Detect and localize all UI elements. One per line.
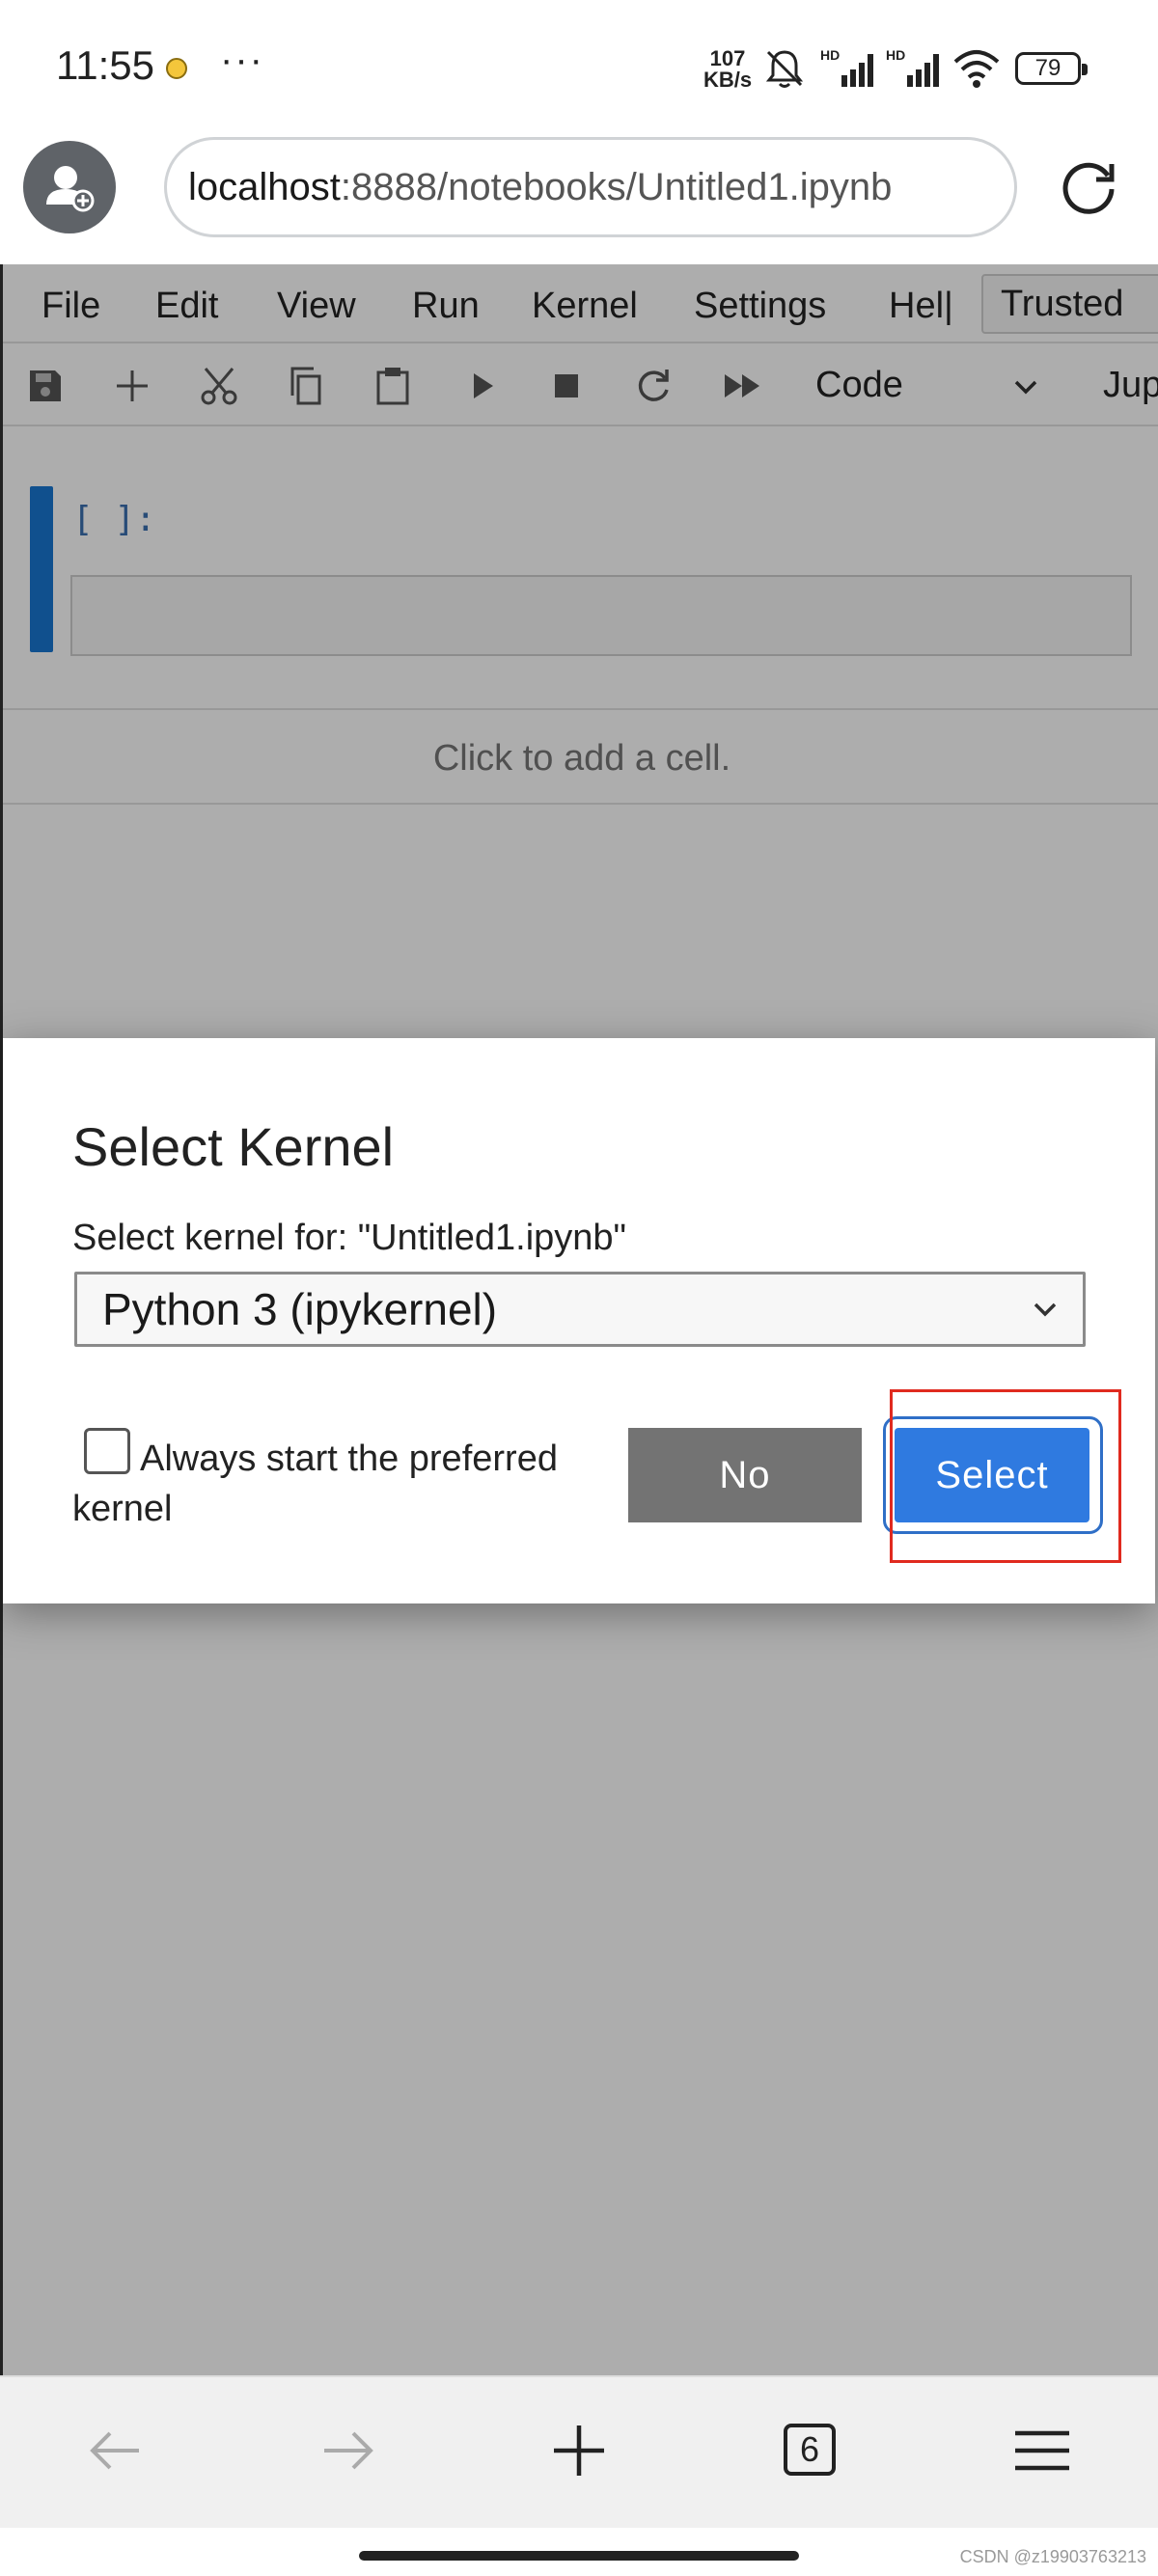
gesture-bar [359, 2551, 799, 2561]
dialog-label: Select kernel for: "Untitled1.ipynb" [72, 1218, 627, 1258]
browser-bottom-nav: 6 [0, 2375, 1158, 2528]
more-dots-icon: ··· [220, 39, 264, 81]
kernel-select[interactable]: Python 3 (ipykernel) [74, 1272, 1086, 1347]
always-start-checkbox[interactable] [84, 1428, 130, 1474]
kernel-select-value: Python 3 (ipykernel) [102, 1284, 498, 1334]
menu-icon[interactable] [1011, 2420, 1073, 2481]
back-arrow-icon[interactable] [85, 2420, 147, 2481]
status-time: 11:55 [56, 42, 154, 88]
add-user-icon [46, 166, 95, 212]
checkbox-label: Always start the preferred kernel [72, 1439, 558, 1529]
hd-signal-icon: HD [886, 47, 939, 87]
battery-icon: 79 [1015, 52, 1088, 85]
annotation-highlight-box [890, 1389, 1121, 1563]
battery-tip [1082, 64, 1088, 75]
emoji-icon [166, 58, 187, 79]
browser-bar: localhost:8888/notebooks/Untitled1.ipynb [0, 135, 1158, 264]
url-host: localhost [188, 166, 341, 208]
watermark: CSDN @z19903763213 [959, 2547, 1146, 2566]
no-button[interactable]: No [628, 1428, 862, 1522]
forward-arrow-icon[interactable] [317, 2420, 378, 2481]
url-field[interactable]: localhost:8888/notebooks/Untitled1.ipynb [164, 137, 1017, 237]
wifi-icon [953, 50, 1000, 88]
battery-level: 79 [1034, 55, 1062, 81]
url-path: :8888/notebooks/Untitled1.ipynb [340, 166, 893, 208]
network-speed: 107 KB/s [697, 48, 758, 91]
status-bar: 11:55 ··· 107 KB/s HD HD 79 [0, 0, 1158, 135]
profile-icon[interactable] [23, 141, 116, 233]
svg-text:HD: HD [886, 47, 905, 63]
svg-text:HD: HD [820, 47, 840, 63]
network-speed-unit: KB/s [703, 68, 753, 92]
network-speed-value: 107 [709, 46, 746, 70]
chevron-down-icon [1034, 1302, 1057, 1317]
hd-signal-icon: HD [820, 47, 873, 87]
bell-muted-icon [765, 50, 804, 88]
dialog-title: Select Kernel [72, 1116, 395, 1177]
tabs-icon[interactable]: 6 [784, 2424, 836, 2476]
reload-icon[interactable] [1060, 156, 1121, 218]
new-tab-icon[interactable] [548, 2420, 610, 2481]
